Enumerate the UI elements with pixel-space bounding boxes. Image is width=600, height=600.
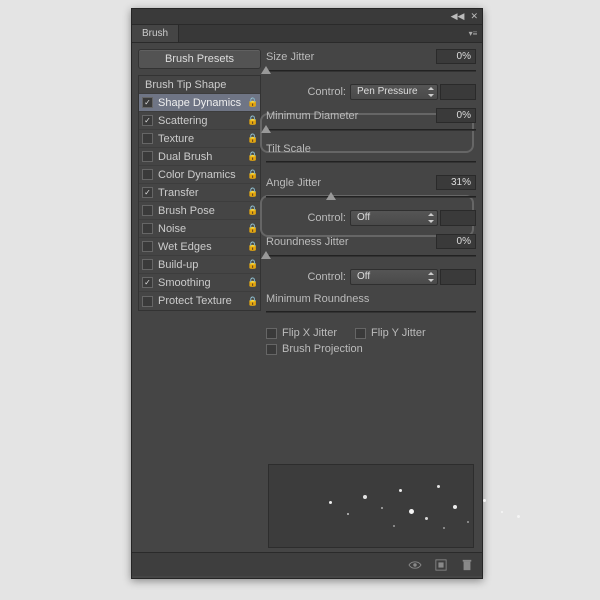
flip-x-check[interactable]: Flip X Jitter (266, 327, 337, 339)
checkbox-icon[interactable] (142, 259, 153, 270)
collapse-icon[interactable]: ◀◀ (451, 11, 465, 22)
min-diameter-slider[interactable] (266, 125, 476, 137)
sidebar-item-wet-edges[interactable]: Wet Edges 🔒 (139, 238, 260, 256)
panel-menu-icon[interactable]: ▾≡ (464, 25, 482, 42)
control-label: Control: (266, 86, 346, 98)
angle-jitter-value[interactable]: 31% (436, 175, 476, 190)
lock-icon[interactable]: 🔒 (247, 97, 257, 108)
brush-panel: ◀◀ ✕ Brush ▾≡ Brush Presets Brush Tip Sh… (131, 8, 483, 579)
tilt-scale-slider (266, 157, 476, 169)
control-select-roundness[interactable]: Off (350, 269, 438, 285)
sidebar-item-color-dynamics[interactable]: Color Dynamics 🔒 (139, 166, 260, 184)
min-roundness-slider (266, 307, 476, 319)
close-icon[interactable]: ✕ (470, 11, 478, 22)
lock-icon[interactable]: 🔒 (247, 115, 257, 126)
lock-icon[interactable]: 🔒 (247, 241, 257, 252)
tab-strip: Brush ▾≡ (132, 25, 482, 43)
sidebar-item-protect-texture[interactable]: Protect Texture 🔒 (139, 292, 260, 310)
sidebar-item-smoothing[interactable]: Smoothing 🔒 (139, 274, 260, 292)
flip-y-check[interactable]: Flip Y Jitter (355, 327, 426, 339)
footer (132, 552, 482, 576)
control-label: Control: (266, 212, 346, 224)
roundness-jitter-slider[interactable] (266, 251, 476, 263)
min-diameter-label: Minimum Diameter (266, 110, 436, 122)
brush-presets-button[interactable]: Brush Presets (138, 49, 261, 69)
option-list: Brush Tip Shape Shape Dynamics 🔒 Scatter… (138, 75, 261, 311)
min-roundness-label: Minimum Roundness (266, 293, 476, 305)
sidebar-item-brush-pose[interactable]: Brush Pose 🔒 (139, 202, 260, 220)
sidebar-item-texture[interactable]: Texture 🔒 (139, 130, 260, 148)
checkbox-icon[interactable] (142, 205, 153, 216)
size-jitter-label: Size Jitter (266, 51, 436, 63)
angle-jitter-label: Angle Jitter (266, 177, 436, 189)
min-diameter-value[interactable]: 0% (436, 108, 476, 123)
sidebar-item-transfer[interactable]: Transfer 🔒 (139, 184, 260, 202)
sidebar-item-build-up[interactable]: Build-up 🔒 (139, 256, 260, 274)
control-label: Control: (266, 271, 346, 283)
angle-jitter-slider[interactable] (266, 192, 476, 204)
lock-icon[interactable]: 🔒 (247, 205, 257, 216)
checkbox-icon[interactable] (142, 187, 153, 198)
checkbox-icon[interactable] (142, 241, 153, 252)
sidebar-item-noise[interactable]: Noise 🔒 (139, 220, 260, 238)
toggle-view-icon[interactable] (408, 559, 422, 571)
lock-icon[interactable]: 🔒 (247, 296, 257, 307)
control-select-angle[interactable]: Off (350, 210, 438, 226)
checkbox-icon[interactable] (142, 115, 153, 126)
control-select-pen-pressure[interactable]: Pen Pressure (350, 84, 438, 100)
lock-icon[interactable]: 🔒 (247, 151, 257, 162)
checkbox-icon[interactable] (142, 223, 153, 234)
lock-icon[interactable]: 🔒 (247, 259, 257, 270)
sidebar-item-shape-dynamics[interactable]: Shape Dynamics 🔒 (139, 94, 260, 112)
trash-icon[interactable] (460, 559, 474, 571)
brush-preview (268, 464, 474, 548)
checkbox-icon[interactable] (142, 133, 153, 144)
sidebar-item-scattering[interactable]: Scattering 🔒 (139, 112, 260, 130)
checkbox-icon[interactable] (142, 296, 153, 307)
checkbox-icon[interactable] (142, 151, 153, 162)
pressure-toggle[interactable] (440, 210, 476, 226)
checkbox-icon[interactable] (142, 277, 153, 288)
content-area: Size Jitter 0% Control: Pen Pressure Min… (262, 43, 482, 552)
new-preset-icon[interactable] (434, 559, 448, 571)
tab-brush[interactable]: Brush (132, 25, 179, 42)
checkbox-icon[interactable] (142, 169, 153, 180)
roundness-jitter-value[interactable]: 0% (436, 234, 476, 249)
lock-icon[interactable]: 🔒 (247, 169, 257, 180)
size-jitter-slider[interactable] (266, 66, 476, 78)
lock-icon[interactable]: 🔒 (247, 187, 257, 198)
lock-icon[interactable]: 🔒 (247, 277, 257, 288)
sidebar-item-dual-brush[interactable]: Dual Brush 🔒 (139, 148, 260, 166)
sidebar-item-brush-tip-shape[interactable]: Brush Tip Shape (139, 76, 260, 94)
pressure-toggle[interactable] (440, 84, 476, 100)
titlebar: ◀◀ ✕ (132, 9, 482, 25)
brush-projection-check[interactable]: Brush Projection (266, 343, 363, 355)
checkbox-icon[interactable] (142, 97, 153, 108)
sidebar: Brush Presets Brush Tip Shape Shape Dyna… (132, 43, 262, 552)
tilt-scale-label: Tilt Scale (266, 143, 476, 155)
pressure-toggle[interactable] (440, 269, 476, 285)
size-jitter-value[interactable]: 0% (436, 49, 476, 64)
roundness-jitter-label: Roundness Jitter (266, 236, 436, 248)
lock-icon[interactable]: 🔒 (247, 133, 257, 144)
lock-icon[interactable]: 🔒 (247, 223, 257, 234)
